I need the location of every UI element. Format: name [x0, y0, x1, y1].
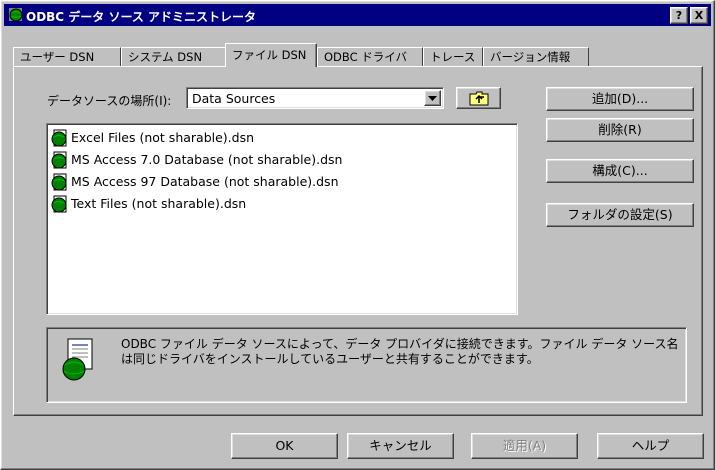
- tab-tracing[interactable]: トレース: [423, 47, 483, 66]
- file-name: Excel Files (not sharable).dsn: [71, 130, 255, 145]
- file-dsn-info-icon: [60, 337, 96, 385]
- file-name: MS Access 7.0 Database (not sharable).ds…: [71, 152, 343, 167]
- info-text: ODBC ファイル データ ソースによって、データ プロバイダに接続できます。フ…: [121, 337, 679, 366]
- tab-odbc-drivers[interactable]: ODBC ドライバ: [317, 47, 423, 66]
- file-dsn-list[interactable]: Excel Files (not sharable).dsn MS Access…: [46, 123, 518, 315]
- dsn-file-icon: [51, 129, 69, 147]
- info-panel: ODBC ファイル データ ソースによって、データ プロバイダに接続できます。フ…: [46, 327, 687, 403]
- remove-button[interactable]: 削除(R): [546, 118, 694, 142]
- cancel-button[interactable]: キャンセル: [347, 433, 454, 459]
- tab-system-dsn[interactable]: システム DSN: [121, 47, 227, 66]
- file-name: Text Files (not sharable).dsn: [71, 196, 247, 211]
- location-value: Data Sources: [192, 91, 276, 106]
- window-title: ODBC データ ソース アドミニストレータ: [26, 10, 257, 24]
- dsn-file-icon: [51, 195, 69, 213]
- set-folder-button[interactable]: フォルダの設定(S): [546, 203, 694, 227]
- configure-button[interactable]: 構成(C)...: [546, 159, 694, 183]
- location-label: データソースの場所(I):: [47, 94, 172, 108]
- add-button[interactable]: 追加(D)...: [546, 87, 694, 111]
- dsn-file-icon: [51, 173, 69, 191]
- up-folder-button[interactable]: [456, 87, 501, 109]
- tab-user-dsn[interactable]: ユーザー DSN: [13, 47, 121, 66]
- dsn-file-icon: [51, 151, 69, 169]
- ok-button[interactable]: OK: [231, 433, 338, 459]
- dropdown-arrow-icon[interactable]: [424, 90, 441, 106]
- odbc-globe-icon: [8, 7, 24, 23]
- folder-up-icon: [469, 91, 489, 106]
- location-combo[interactable]: Data Sources: [186, 87, 444, 109]
- dialog-window: ODBC データ ソース アドミニストレータ ? X ユーザー DSN システム…: [0, 0, 715, 470]
- help-title-button[interactable]: ?: [670, 7, 688, 24]
- title-bar[interactable]: ODBC データ ソース アドミニストレータ ? X: [4, 4, 711, 26]
- help-button[interactable]: ヘルプ: [597, 433, 704, 459]
- apply-button[interactable]: 適用(A): [471, 433, 578, 459]
- close-button[interactable]: X: [690, 7, 708, 24]
- tab-version-info[interactable]: バージョン情報: [483, 47, 589, 66]
- file-name: MS Access 97 Database (not sharable).dsn: [71, 174, 339, 189]
- tab-file-dsn[interactable]: ファイル DSN: [225, 43, 317, 67]
